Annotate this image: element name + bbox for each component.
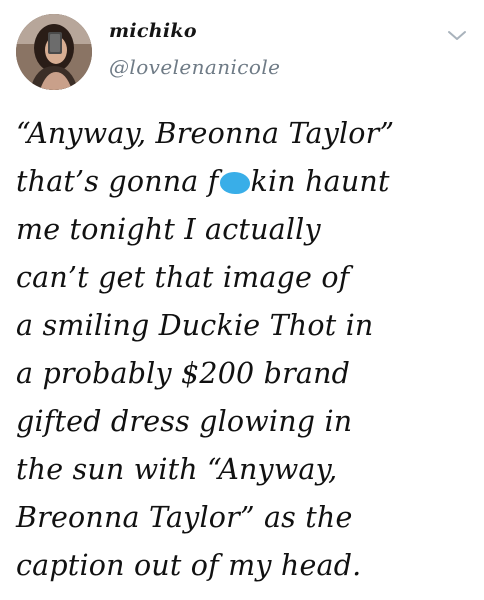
tweet-line: caption out of my head. bbox=[16, 549, 362, 582]
tweet-line-segment: that’s gonna f bbox=[16, 165, 219, 198]
tweet-text: “Anyway, Breonna Taylor” that’s gonna f k… bbox=[16, 110, 472, 590]
tweet-line: Breonna Taylor” as the bbox=[16, 501, 353, 534]
tweet-card: michiko @lovelenanicole “Anyway, Breonna… bbox=[0, 0, 484, 600]
tweet-line: the sun with “Anyway, bbox=[16, 453, 338, 486]
tweet-line-segment: kin haunt bbox=[250, 165, 390, 198]
avatar-photo bbox=[16, 14, 92, 90]
avatar[interactable] bbox=[16, 14, 92, 90]
chevron-down-icon[interactable] bbox=[446, 26, 468, 44]
censor-scribble bbox=[219, 172, 250, 194]
user-handle[interactable]: @lovelenanicole bbox=[109, 55, 280, 79]
tweet-line: can’t get that image of bbox=[16, 261, 350, 294]
tweet-line: gifted dress glowing in bbox=[16, 405, 353, 438]
tweet-line: me tonight I actually bbox=[16, 213, 321, 246]
tweet-line: “Anyway, Breonna Taylor” bbox=[16, 117, 395, 150]
tweet-line: that’s gonna f kin haunt bbox=[16, 158, 472, 206]
tweet-line: a smiling Duckie Thot in bbox=[16, 309, 374, 342]
tweet-line: a probably $200 brand bbox=[16, 357, 351, 390]
display-name[interactable]: michiko bbox=[109, 20, 197, 42]
